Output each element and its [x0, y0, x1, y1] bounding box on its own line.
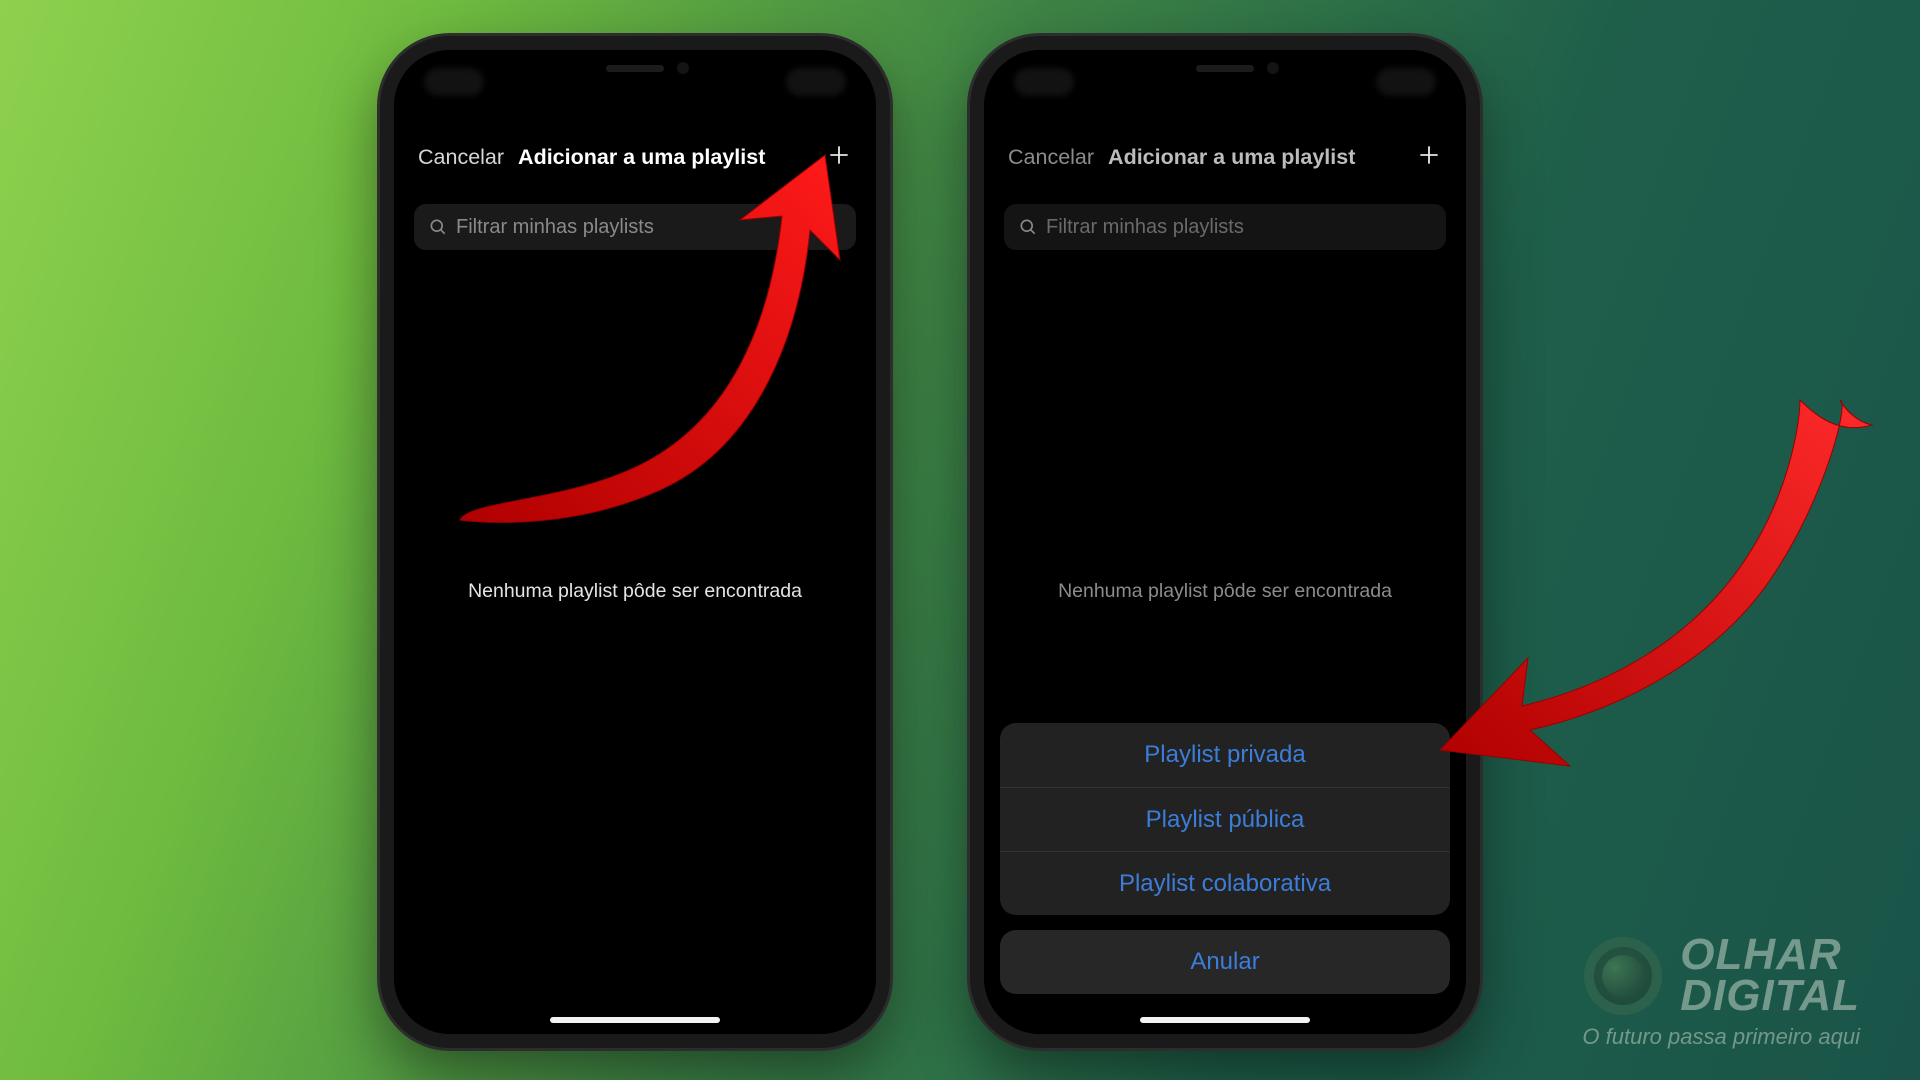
- phone-mockup-right: Cancelar Adicionar a uma playlist Filtra…: [970, 36, 1480, 1048]
- plus-icon: [826, 142, 852, 168]
- search-placeholder: Filtrar minhas playlists: [1046, 216, 1244, 239]
- header-title: Adicionar a uma playlist: [1108, 145, 1402, 170]
- watermark-logo: OLHAR DIGITAL O futuro passa primeiro aq…: [1582, 935, 1860, 1050]
- search-input[interactable]: Filtrar minhas playlists: [414, 204, 856, 250]
- phone-notch: [1115, 50, 1335, 86]
- logo-tagline: O futuro passa primeiro aqui: [1582, 1024, 1860, 1050]
- front-camera: [1267, 62, 1279, 74]
- action-sheet-cancel[interactable]: Anular: [1000, 930, 1450, 994]
- header-title: Adicionar a uma playlist: [518, 145, 812, 170]
- front-camera: [677, 62, 689, 74]
- search-placeholder: Filtrar minhas playlists: [456, 216, 654, 239]
- search-icon: [428, 217, 448, 237]
- annotation-arrow-to-sheet: [1420, 380, 1880, 800]
- status-blur: [424, 68, 484, 96]
- logo-line2: DIGITAL: [1680, 976, 1860, 1016]
- nav-header: Cancelar Adicionar a uma playlist: [394, 132, 876, 182]
- search-icon: [1018, 217, 1038, 237]
- plus-icon: [1416, 142, 1442, 168]
- option-public-playlist[interactable]: Playlist pública: [1000, 787, 1450, 851]
- action-sheet-options: Playlist privada Playlist pública Playli…: [1000, 723, 1450, 915]
- side-button: [1466, 280, 1472, 400]
- logo-icon: [1584, 937, 1662, 1015]
- option-private-playlist[interactable]: Playlist privada: [1000, 723, 1450, 787]
- home-indicator[interactable]: [1140, 1017, 1310, 1023]
- status-blur: [786, 68, 846, 96]
- phone-mockup-left: Cancelar Adicionar a uma playlist Filtra…: [380, 36, 890, 1048]
- add-button[interactable]: [1416, 142, 1442, 173]
- speaker-grill: [606, 65, 664, 72]
- status-blur: [1376, 68, 1436, 96]
- option-collaborative-playlist[interactable]: Playlist colaborativa: [1000, 851, 1450, 915]
- empty-state-message: Nenhuma playlist pôde ser encontrada: [984, 580, 1466, 603]
- home-indicator[interactable]: [550, 1017, 720, 1023]
- search-input[interactable]: Filtrar minhas playlists: [1004, 204, 1446, 250]
- phone-notch: [525, 50, 745, 86]
- app-screen-action-sheet: Cancelar Adicionar a uma playlist Filtra…: [984, 50, 1466, 1034]
- status-blur: [1014, 68, 1074, 96]
- cancel-button[interactable]: Cancelar: [1008, 145, 1094, 170]
- speaker-grill: [1196, 65, 1254, 72]
- cancel-button[interactable]: Cancelar: [418, 145, 504, 170]
- logo-line1: OLHAR: [1680, 935, 1860, 975]
- empty-state-message: Nenhuma playlist pôde ser encontrada: [394, 580, 876, 603]
- nav-header: Cancelar Adicionar a uma playlist: [984, 132, 1466, 182]
- app-screen-add-playlist: Cancelar Adicionar a uma playlist Filtra…: [394, 50, 876, 1034]
- action-sheet: Playlist privada Playlist pública Playli…: [1000, 723, 1450, 994]
- add-button[interactable]: [826, 142, 852, 173]
- side-button: [876, 280, 882, 400]
